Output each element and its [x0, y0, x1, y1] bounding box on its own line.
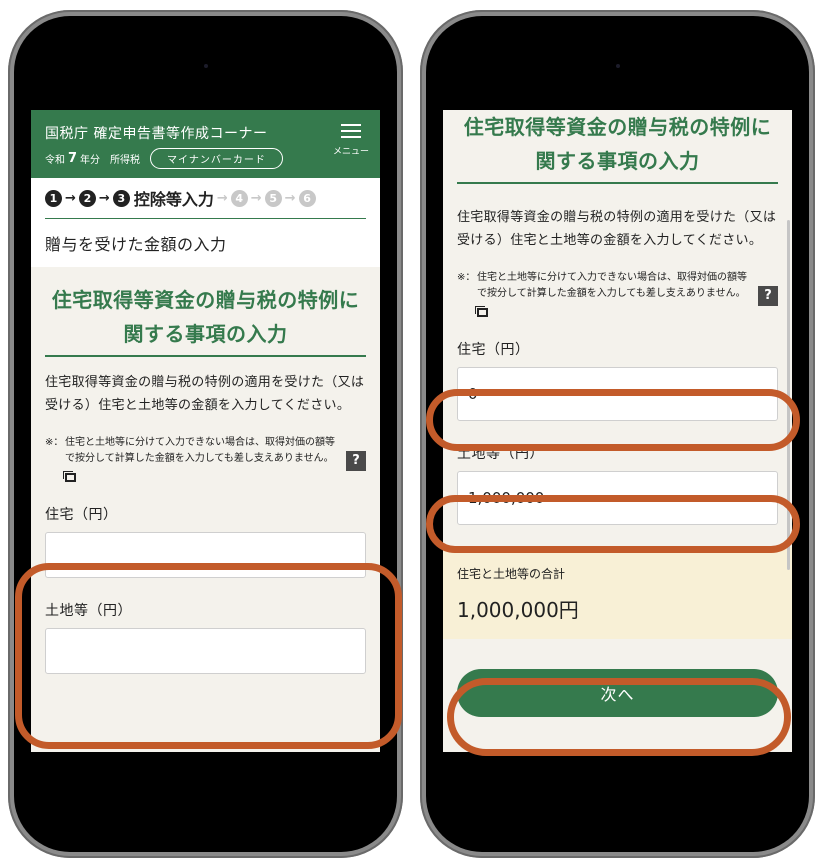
app-header: 国税庁 確定申告書等作成コーナー 令和 7 年分 所得税 マイナンバーカード メ…	[31, 110, 380, 178]
note-mark: ※：	[457, 272, 476, 283]
app-title: 国税庁 確定申告書等作成コーナー	[45, 126, 268, 142]
page-subtitle: 贈与を受けた金額の入力	[45, 235, 227, 254]
step-4: 4	[230, 189, 248, 207]
new-window-icon[interactable]	[475, 306, 488, 317]
title-line-1: 住宅取得等資金の贈与税の特例に	[463, 115, 772, 139]
highlight-ring-left-inputs	[15, 563, 402, 749]
new-window-icon[interactable]	[63, 471, 76, 482]
highlight-ring-next-button	[447, 678, 791, 756]
step-6: 6	[298, 189, 316, 207]
title-line-2: 関する事項の入力	[535, 149, 700, 173]
description-text: 住宅取得等資金の贈与税の特例の適用を受けた（又は受ける）住宅と土地等の金額を入力…	[457, 210, 777, 248]
title-line-1: 住宅取得等資金の贈与税の特例に	[51, 288, 360, 312]
year-value: 7	[68, 151, 78, 166]
arrow-icon: →	[250, 190, 262, 206]
menu-button[interactable]: メニュー	[330, 124, 372, 157]
tax-type: 所得税	[110, 155, 141, 166]
page-title: 住宅取得等資金の贈与税の特例に 関する事項の入力	[457, 110, 778, 184]
step-3: 3	[112, 189, 130, 207]
help-icon[interactable]: ?	[346, 451, 366, 471]
camera-dot	[615, 64, 620, 68]
mynumber-card-badge: マイナンバーカード	[150, 148, 283, 169]
era-label: 令和	[45, 155, 65, 166]
help-icon[interactable]: ?	[758, 286, 778, 306]
tax-year-info: 令和 7 年分 所得税 マイナンバーカード	[45, 148, 283, 169]
description-text: 住宅取得等資金の贈与税の特例の適用を受けた（又は受ける）住宅と土地等の金額を入力…	[45, 375, 365, 413]
total-label: 住宅と土地等の合計	[457, 567, 566, 581]
steps-area: 1 → 2 → 3 控除等入力 → 4 → 5 → 6 贈与を受けた金額の入力	[31, 178, 380, 267]
house-amount-label: 住宅（円）	[45, 507, 118, 523]
step-indicator: 1 → 2 → 3 控除等入力 → 4 → 5 → 6	[45, 178, 366, 219]
note-body: 住宅と土地等に分けて入力できない場合は、取得対価の額等で按分して計算した金額を入…	[65, 437, 335, 464]
arrow-icon: →	[216, 190, 228, 206]
year-suffix: 年分	[80, 155, 101, 166]
arrow-icon: →	[98, 190, 110, 206]
step-1: 1	[45, 189, 62, 207]
note-mark: ※：	[45, 437, 64, 448]
step-5: 5	[264, 189, 282, 207]
highlight-ring-house-input	[426, 389, 800, 451]
total-summary: 住宅と土地等の合計 1,000,000円	[443, 547, 792, 639]
title-line-2: 関する事項の入力	[123, 322, 288, 346]
arrow-icon: →	[284, 190, 296, 206]
note-text: ※： 住宅と土地等に分けて入力できない場合は、取得対価の額等で按分して計算した金…	[457, 270, 778, 317]
highlight-ring-land-input	[426, 495, 800, 553]
total-value: 1,000,000円	[457, 598, 579, 622]
step-2: 2	[78, 189, 96, 207]
house-amount-label: 住宅（円）	[457, 342, 530, 358]
note-body: 住宅と土地等に分けて入力できない場合は、取得対価の額等で按分して計算した金額を入…	[477, 272, 747, 299]
note-text: ※： 住宅と土地等に分けて入力できない場合は、取得対価の額等で按分して計算した金…	[45, 435, 366, 482]
hamburger-icon	[341, 124, 361, 138]
camera-dot	[203, 64, 208, 68]
current-step-label: 控除等入力	[133, 190, 214, 209]
arrow-icon: →	[65, 190, 76, 206]
page-title: 住宅取得等資金の贈与税の特例に 関する事項の入力	[45, 267, 366, 357]
menu-label: メニュー	[332, 147, 369, 157]
